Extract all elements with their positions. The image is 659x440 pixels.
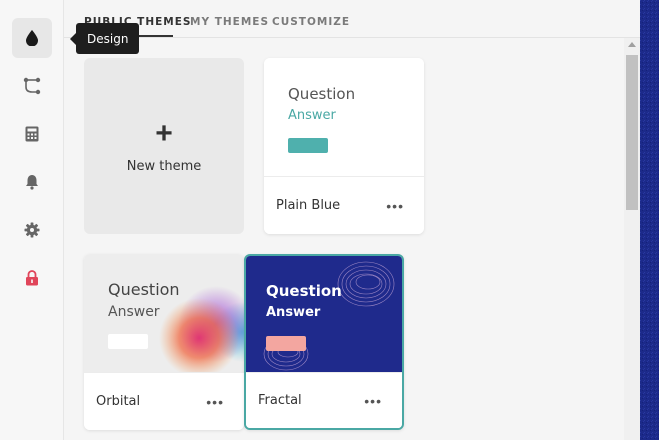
theme-card-footer: Plain Blue ••• [264, 176, 424, 234]
theme-name: Plain Blue [276, 198, 341, 213]
preview-question: Question [288, 85, 356, 103]
theme-card-footer: Orbital ••• [84, 372, 244, 430]
preview-button-swatch [288, 138, 328, 153]
themes-panel: PUBLIC THEMES MY THEMES CUSTOMIZE + New … [64, 0, 640, 440]
calculator-button[interactable] [12, 114, 52, 154]
notifications-button[interactable] [12, 162, 52, 202]
preview-answer: Answer [266, 305, 321, 320]
theme-card-plain-blue[interactable]: Question Answer Plain Blue ••• [264, 58, 424, 234]
access-button[interactable] [12, 258, 52, 298]
calculator-icon [25, 126, 39, 142]
theme-name: Fractal [258, 393, 302, 408]
preview-answer: Answer [108, 304, 160, 320]
preview-button-swatch [266, 336, 306, 351]
preview-question: Question [108, 280, 180, 299]
preview-answer: Answer [288, 108, 336, 123]
theme-card-fractal[interactable]: Question Answer Fractal ••• [244, 254, 404, 430]
settings-button[interactable] [12, 210, 52, 250]
bell-icon [26, 175, 38, 190]
preview-question: Question [266, 282, 342, 300]
theme-preview: Question Answer [246, 256, 402, 374]
new-theme-card[interactable]: + New theme [84, 58, 244, 234]
design-button[interactable] [12, 18, 52, 58]
theme-preview: Question Answer [84, 254, 244, 372]
plus-icon: + [155, 116, 173, 150]
form-preview-background [640, 0, 659, 440]
tab-customize[interactable]: CUSTOMIZE [272, 16, 350, 28]
design-tooltip: Design [76, 23, 140, 54]
logic-button[interactable] [12, 66, 52, 106]
scrollbar-thumb[interactable] [626, 55, 638, 210]
vertical-scrollbar[interactable] [624, 38, 640, 440]
theme-card-footer: Fractal ••• [246, 372, 402, 428]
theme-name: Orbital [96, 394, 141, 409]
theme-preview: Question Answer [264, 58, 424, 176]
lock-icon [26, 270, 38, 286]
tab-bar: PUBLIC THEMES MY THEMES CUSTOMIZE [64, 0, 640, 38]
more-options-icon[interactable]: ••• [386, 199, 404, 213]
drop-icon [26, 30, 38, 46]
more-options-icon[interactable]: ••• [364, 394, 382, 408]
left-rail [0, 0, 64, 440]
preview-button-swatch [108, 334, 148, 349]
tab-my-themes[interactable]: MY THEMES [190, 16, 269, 28]
theme-card-orbital[interactable]: Question Answer Orbital ••• [84, 254, 244, 430]
flow-icon [23, 77, 41, 95]
scroll-up-arrow-icon[interactable] [628, 42, 636, 47]
more-options-icon[interactable]: ••• [206, 395, 224, 409]
gear-icon [24, 222, 40, 238]
new-theme-label: New theme [126, 158, 202, 174]
